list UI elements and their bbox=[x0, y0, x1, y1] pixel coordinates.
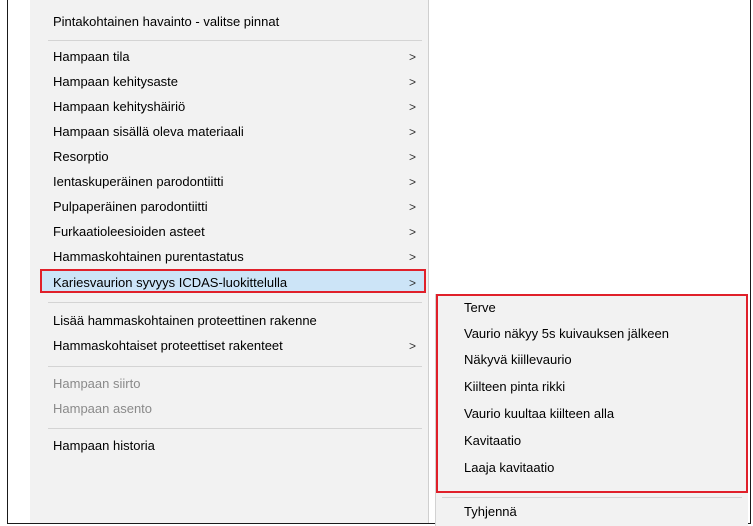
menu-item-hampaan-kehityshairio[interactable]: Hampaan kehityshäiriö > bbox=[30, 95, 428, 119]
menu-item-resorptio[interactable]: Resorptio > bbox=[30, 145, 428, 169]
menu-item-lisaa-proteettinen-rakenne[interactable]: Lisää hammaskohtainen proteettinen raken… bbox=[30, 309, 428, 333]
chevron-right-icon: > bbox=[408, 175, 416, 189]
submenu-item-label: Vaurio kuultaa kiilteen alla bbox=[464, 406, 615, 421]
submenu-item-label: Tyhjennä bbox=[464, 504, 517, 519]
submenu-separator bbox=[442, 497, 742, 498]
chevron-right-icon: > bbox=[408, 100, 416, 114]
menu-item-hampaan-historia[interactable]: Hampaan historia bbox=[30, 434, 428, 458]
menu-item-label: Ientaskuperäinen parodontiitti bbox=[53, 174, 224, 189]
menu-item-label: Pulpaperäinen parodontiitti bbox=[53, 199, 208, 214]
submenu-item-label: Terve bbox=[464, 300, 496, 315]
submenu-item-vaurio-kuultaa[interactable]: Vaurio kuultaa kiilteen alla bbox=[436, 402, 748, 426]
submenu-item-vaurio-nakyy-kuivauksen-jalkeen[interactable]: Vaurio näkyy 5s kuivauksen jälkeen bbox=[436, 322, 748, 346]
menu-item-label: Pintakohtainen havainto - valitse pinnat bbox=[53, 14, 280, 29]
menu-item-label: Hampaan siirto bbox=[53, 376, 141, 391]
menu-separator bbox=[48, 302, 422, 303]
menu-item-label: Lisää hammaskohtainen proteettinen raken… bbox=[53, 313, 317, 328]
menu-item-label: Furkaatioleesioiden asteet bbox=[53, 224, 205, 239]
icdas-submenu: Terve Vaurio näkyy 5s kuivauksen jälkeen… bbox=[435, 294, 748, 526]
chevron-right-icon: > bbox=[408, 75, 416, 89]
menu-item-kariesvaurion-syvyys[interactable]: Kariesvaurion syvyys ICDAS-luokittelulla… bbox=[40, 269, 426, 293]
menu-item-furkaatioleesioiden-asteet[interactable]: Furkaatioleesioiden asteet > bbox=[30, 220, 428, 244]
submenu-item-laaja-kavitaatio[interactable]: Laaja kavitaatio bbox=[436, 456, 748, 480]
menu-item-label: Kariesvaurion syvyys ICDAS-luokittelulla bbox=[53, 275, 288, 290]
menu-item-hampaan-kehitysaste[interactable]: Hampaan kehitysaste > bbox=[30, 70, 428, 94]
submenu-item-label: Näkyvä kiillevaurio bbox=[464, 352, 572, 367]
submenu-item-label: Kavitaatio bbox=[464, 433, 522, 448]
menu-item-label: Hampaan asento bbox=[53, 401, 153, 416]
menu-item-label: Hampaan tila bbox=[53, 49, 130, 64]
menu-item-label: Hammaskohtainen purentastatus bbox=[53, 249, 244, 264]
chevron-right-icon: > bbox=[408, 125, 416, 139]
submenu-item-nakyva-kiillevaurio[interactable]: Näkyvä kiillevaurio bbox=[436, 348, 748, 372]
submenu-item-label: Kiilteen pinta rikki bbox=[464, 379, 566, 394]
menu-item-label: Hammaskohtaiset proteettiset rakenteet bbox=[53, 338, 283, 353]
menu-header-item[interactable]: Pintakohtainen havainto - valitse pinnat bbox=[30, 10, 428, 34]
menu-separator bbox=[48, 40, 422, 41]
menu-item-ientaskuperainen-parodontiitti[interactable]: Ientaskuperäinen parodontiitti > bbox=[30, 170, 428, 194]
menu-item-label: Resorptio bbox=[53, 149, 109, 164]
context-menu: Pintakohtainen havainto - valitse pinnat… bbox=[30, 0, 429, 523]
chevron-right-icon: > bbox=[408, 150, 416, 164]
menu-item-hampaan-siirto: Hampaan siirto bbox=[30, 372, 428, 396]
submenu-item-label: Vaurio näkyy 5s kuivauksen jälkeen bbox=[464, 326, 669, 341]
submenu-item-tyhjenna[interactable]: Tyhjennä bbox=[436, 500, 748, 524]
menu-item-label: Hampaan historia bbox=[53, 438, 155, 453]
submenu-item-label: Laaja kavitaatio bbox=[464, 460, 555, 475]
menu-item-proteettiset-rakenteet[interactable]: Hammaskohtaiset proteettiset rakenteet > bbox=[30, 334, 428, 358]
menu-item-hampaan-sisalla-oleva-materiaali[interactable]: Hampaan sisällä oleva materiaali > bbox=[30, 120, 428, 144]
menu-item-label: Hampaan sisällä oleva materiaali bbox=[53, 124, 244, 139]
submenu-item-terve[interactable]: Terve bbox=[436, 296, 748, 320]
menu-item-hammaskohtainen-purentastatus[interactable]: Hammaskohtainen purentastatus > bbox=[30, 245, 428, 269]
menu-item-label: Hampaan kehityshäiriö bbox=[53, 99, 186, 114]
chevron-right-icon: > bbox=[408, 276, 416, 290]
menu-item-pulpaperainen-parodontiitti[interactable]: Pulpaperäinen parodontiitti > bbox=[30, 195, 428, 219]
chevron-right-icon: > bbox=[408, 225, 416, 239]
submenu-item-kiilteen-pinta-rikki[interactable]: Kiilteen pinta rikki bbox=[436, 375, 748, 399]
menu-separator bbox=[48, 428, 422, 429]
chevron-right-icon: > bbox=[408, 200, 416, 214]
menu-separator bbox=[48, 366, 422, 367]
menu-item-hampaan-tila[interactable]: Hampaan tila > bbox=[30, 45, 428, 69]
menu-item-hampaan-asento: Hampaan asento bbox=[30, 397, 428, 421]
chevron-right-icon: > bbox=[408, 339, 416, 353]
chevron-right-icon: > bbox=[408, 50, 416, 64]
submenu-item-kavitaatio[interactable]: Kavitaatio bbox=[436, 429, 748, 453]
menu-item-label: Hampaan kehitysaste bbox=[53, 74, 179, 89]
chevron-right-icon: > bbox=[408, 250, 416, 264]
